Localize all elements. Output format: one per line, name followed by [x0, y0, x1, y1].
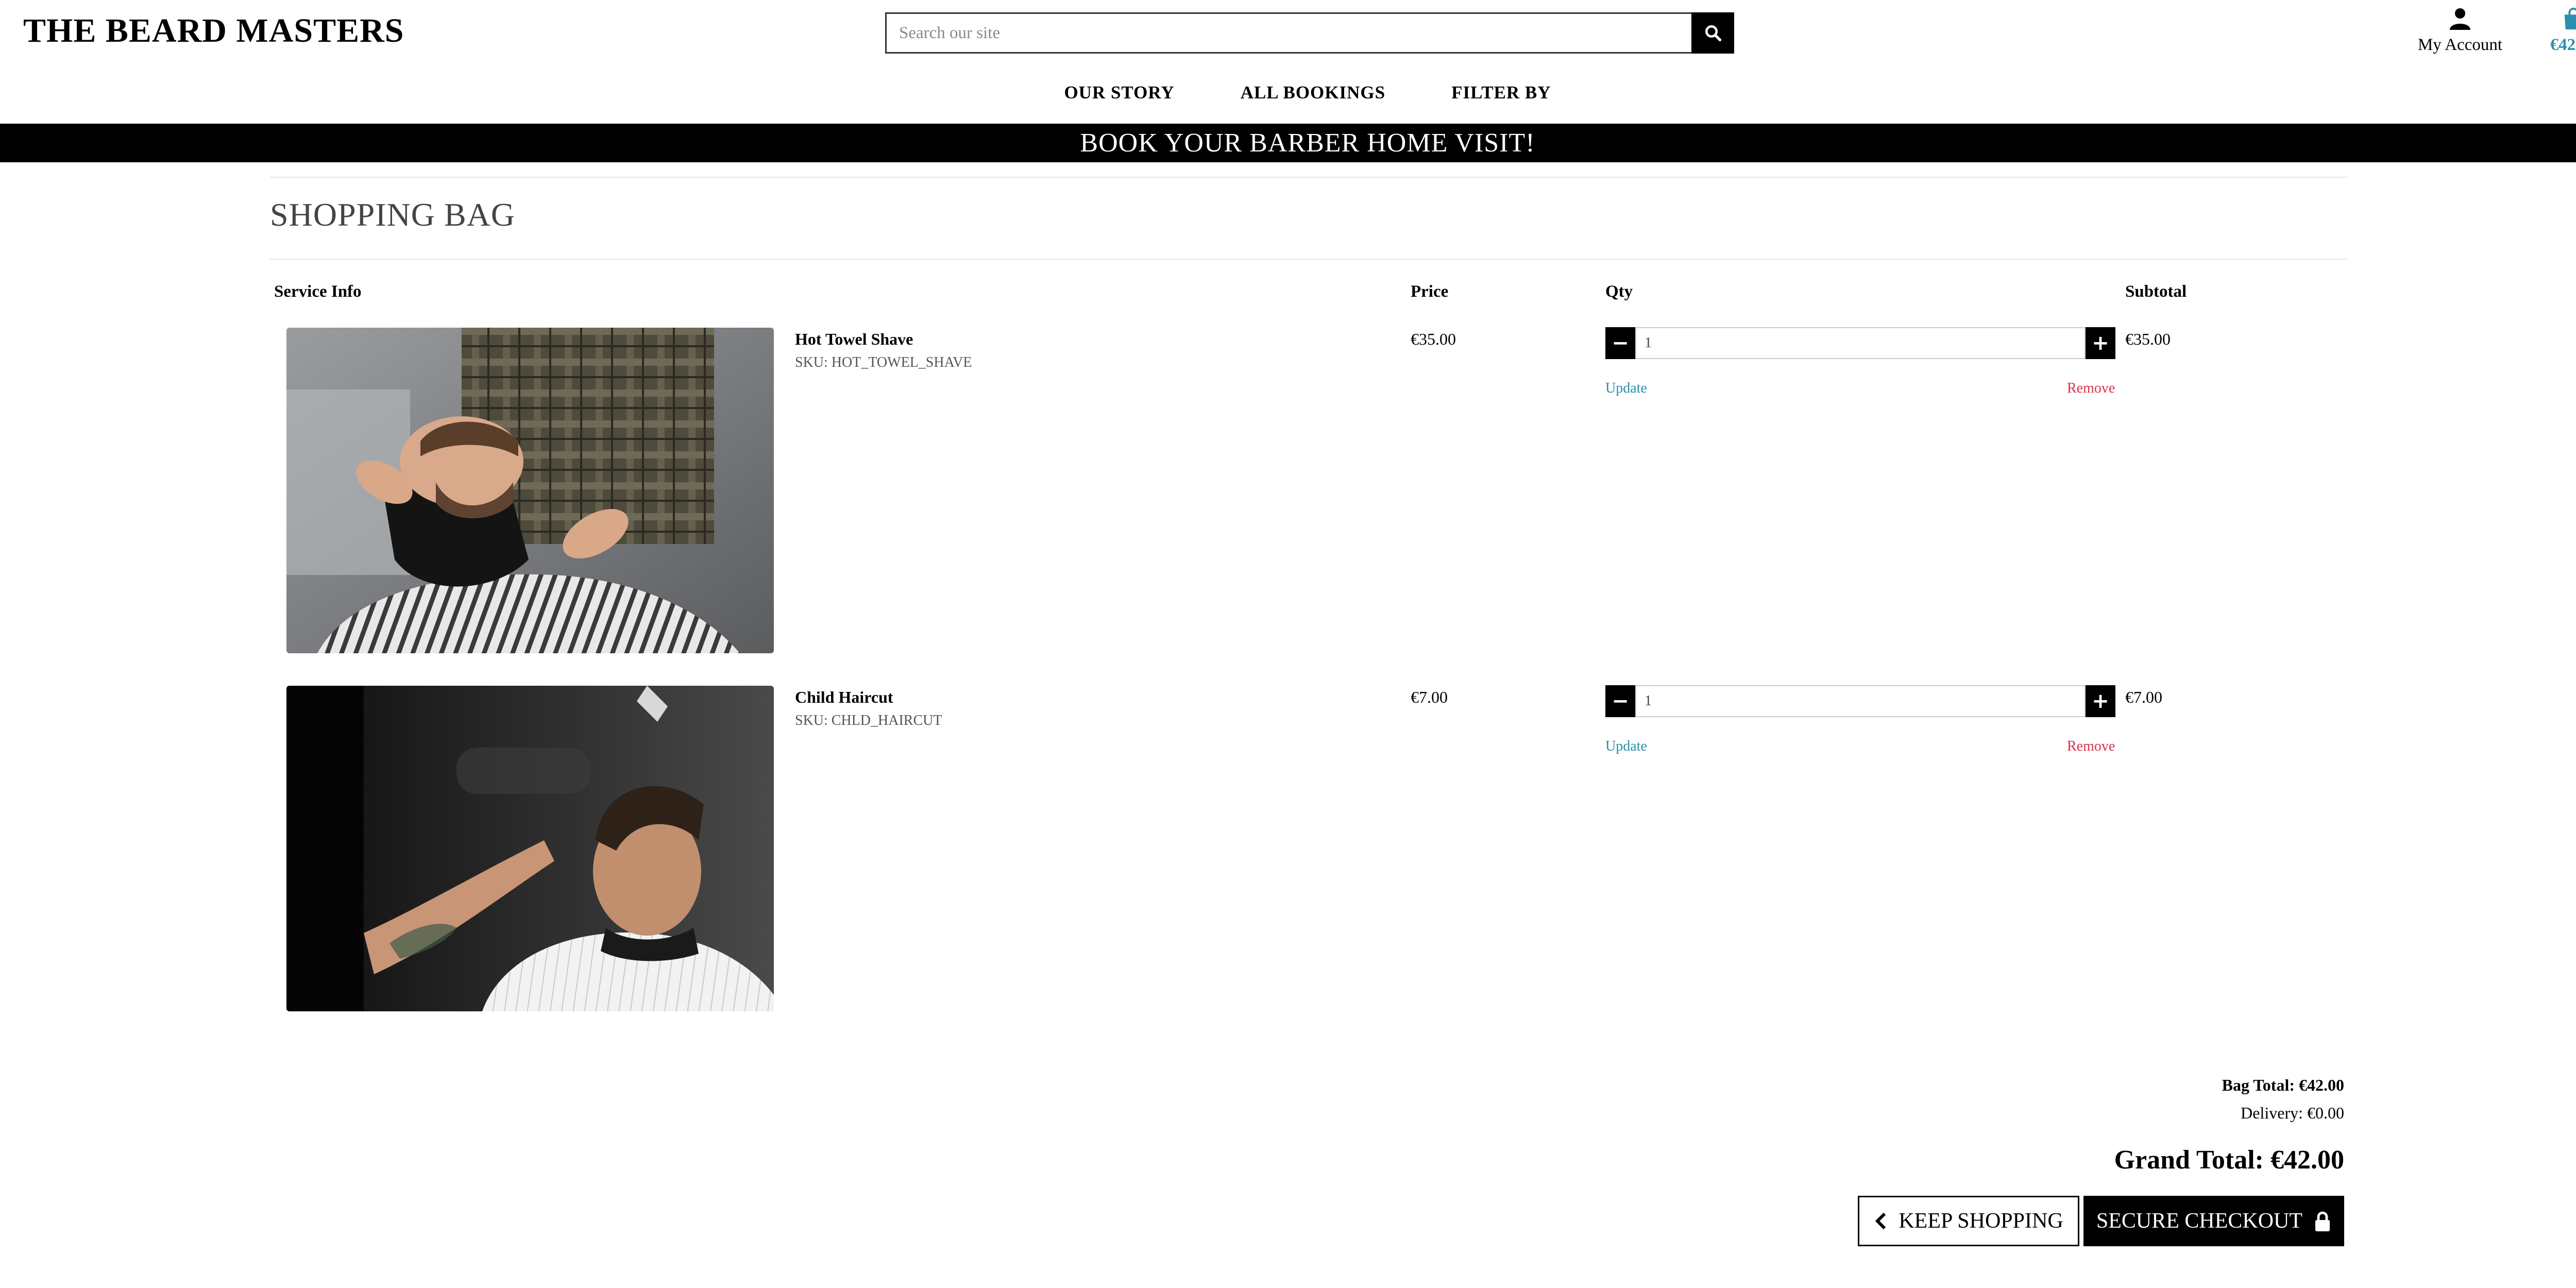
quantity-stepper: − + — [1605, 327, 2115, 359]
plus-icon: + — [2092, 331, 2109, 355]
item-name: Child Haircut — [795, 688, 893, 706]
keep-shopping-button[interactable]: KEEP SHOPPING — [1858, 1196, 2079, 1246]
page-title: SHOPPING BAG — [270, 196, 516, 233]
account-label: My Account — [2417, 36, 2503, 54]
keep-shopping-label: KEEP SHOPPING — [1899, 1209, 2063, 1233]
item-name: Hot Towel Shave — [795, 330, 913, 348]
update-link[interactable]: Update — [1605, 738, 1647, 755]
site-logo[interactable]: THE BEARD MASTERS — [23, 11, 404, 50]
shopping-bag-link[interactable]: €42.00 — [2540, 6, 2576, 55]
shopping-bag-icon — [2564, 7, 2576, 30]
promo-banner: BOOK YOUR BARBER HOME VISIT! — [0, 124, 2576, 162]
item-subtotal: €7.00 — [2125, 688, 2162, 706]
minus-icon: − — [1612, 689, 1629, 713]
nav-item-filter-by[interactable]: FILTER BY — [1451, 82, 1551, 103]
header-service-info: Service Info — [274, 282, 362, 301]
secure-checkout-label: SECURE CHECKOUT — [2096, 1209, 2303, 1233]
nav-item-all-bookings[interactable]: ALL BOOKINGS — [1241, 82, 1385, 103]
divider — [270, 177, 2347, 178]
plus-icon: + — [2092, 689, 2109, 713]
remove-link[interactable]: Remove — [2067, 738, 2115, 755]
product-image-child-haircut — [286, 686, 774, 1011]
main-nav: OUR STORY ALL BOOKINGS FILTER BY — [0, 82, 2576, 103]
update-link[interactable]: Update — [1605, 380, 1647, 397]
search-icon — [1705, 25, 1721, 42]
header-price: Price — [1411, 282, 1449, 301]
header-qty: Qty — [1605, 282, 1633, 301]
item-sku: SKU: CHLD_HAIRCUT — [795, 713, 942, 728]
increment-button[interactable]: + — [2086, 327, 2115, 359]
quantity-input[interactable] — [1635, 327, 2086, 359]
bag-total-label: €42.00 — [2550, 36, 2576, 54]
lock-icon — [2315, 1211, 2330, 1231]
search-button[interactable] — [1691, 12, 1734, 54]
grand-total: Grand Total: €42.00 — [2114, 1145, 2344, 1175]
item-price: €35.00 — [1411, 330, 1456, 348]
item-subtotal: €35.00 — [2125, 330, 2171, 348]
product-image-hot-towel-shave — [286, 328, 774, 653]
chevron-left-icon — [1875, 1212, 1886, 1230]
increment-button[interactable]: + — [2086, 685, 2115, 717]
secure-checkout-button[interactable]: SECURE CHECKOUT — [2083, 1196, 2344, 1246]
decrement-button[interactable]: − — [1605, 327, 1635, 359]
quantity-input[interactable] — [1635, 685, 2086, 717]
nav-item-our-story[interactable]: OUR STORY — [1064, 82, 1174, 103]
decrement-button[interactable]: − — [1605, 685, 1635, 717]
bag-total: Bag Total: €42.00 — [2222, 1076, 2344, 1094]
user-icon — [2450, 8, 2470, 30]
item-price: €7.00 — [1411, 688, 1448, 706]
header-subtotal: Subtotal — [2125, 282, 2187, 301]
search-bar — [885, 12, 1734, 54]
my-account-link[interactable]: My Account — [2411, 6, 2509, 55]
search-input[interactable] — [885, 12, 1691, 54]
item-sku: SKU: HOT_TOWEL_SHAVE — [795, 354, 972, 370]
remove-link[interactable]: Remove — [2067, 380, 2115, 397]
minus-icon: − — [1612, 331, 1629, 355]
delivery-cost: Delivery: €0.00 — [2241, 1104, 2344, 1122]
divider — [270, 259, 2347, 260]
quantity-stepper: − + — [1605, 685, 2115, 717]
